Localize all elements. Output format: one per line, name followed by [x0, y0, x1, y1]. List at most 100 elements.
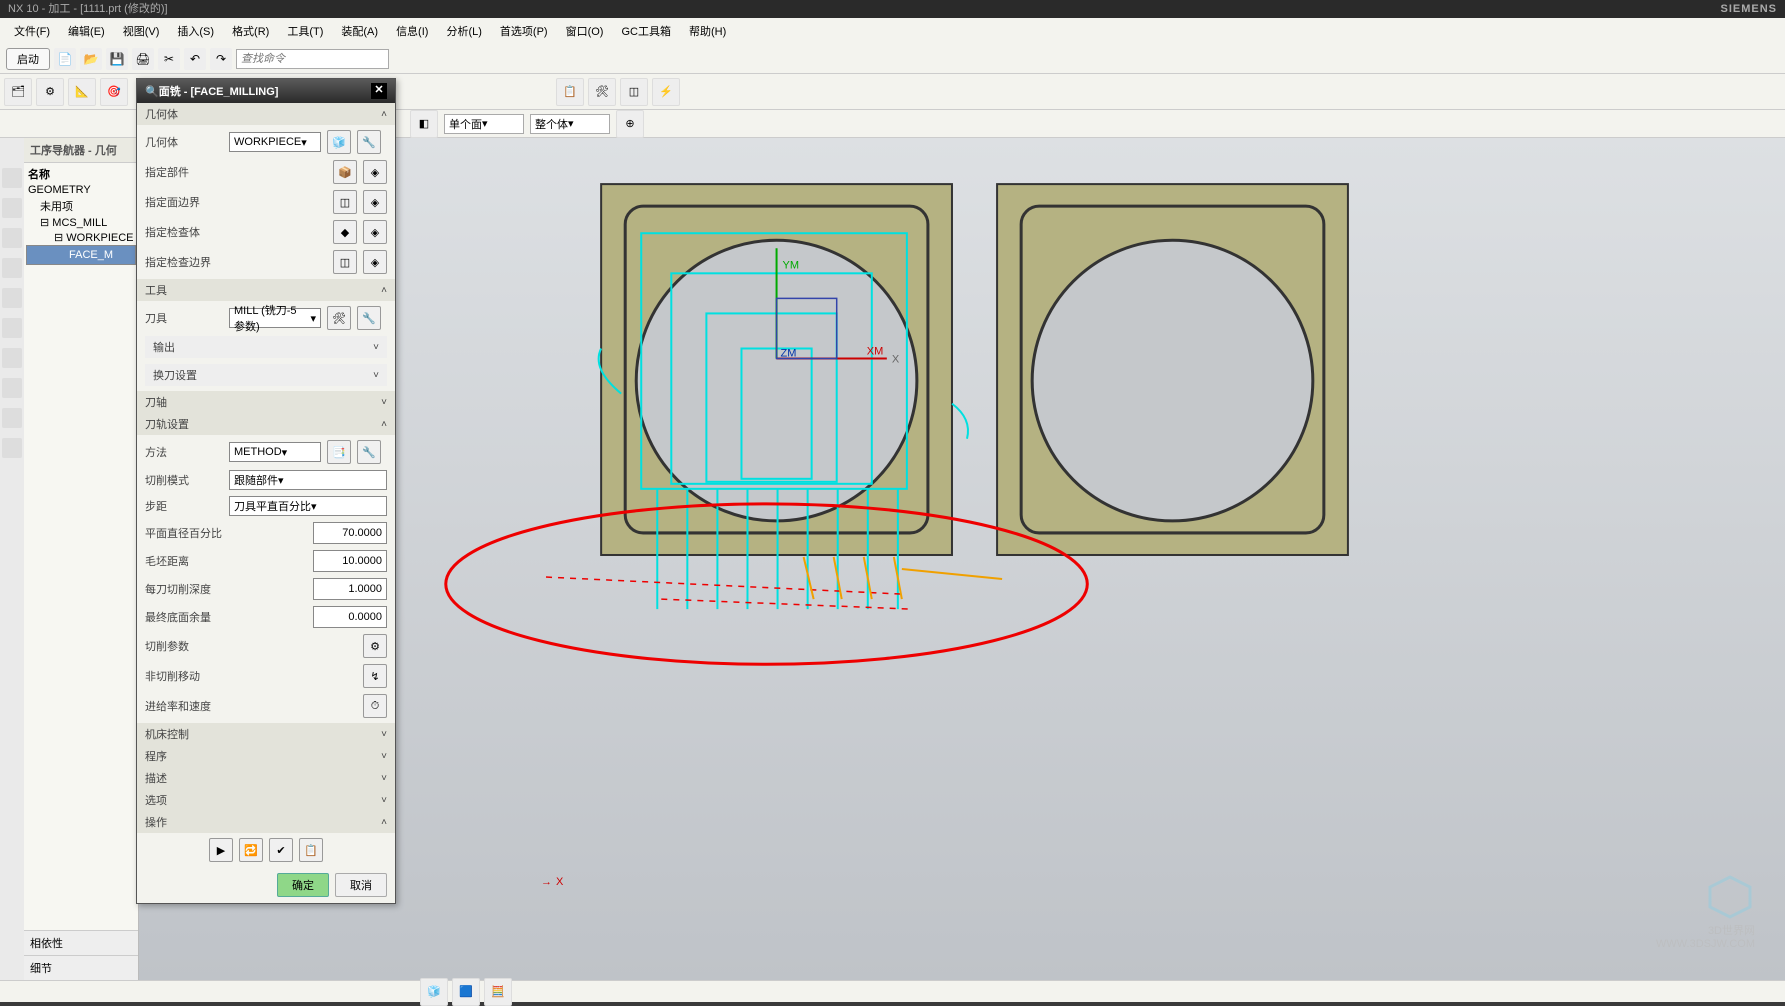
list-icon[interactable]: 📋 [299, 838, 323, 862]
search-command-input[interactable] [236, 49, 389, 69]
dialog-titlebar[interactable]: 🔍 面铣 - [FACE_MILLING] ✕ [137, 79, 395, 103]
select-check-icon[interactable]: ◆ [333, 220, 357, 244]
section-actions[interactable]: 操作˄ [137, 811, 395, 833]
menu-file[interactable]: 文件(F) [6, 21, 58, 41]
replay-icon[interactable]: 🔁 [239, 838, 263, 862]
select-check-boundary-icon[interactable]: ◫ [333, 250, 357, 274]
roles-icon[interactable] [2, 288, 22, 308]
select-face-boundary-icon[interactable]: ◫ [333, 190, 357, 214]
create-tool-icon[interactable]: 🛠 [588, 78, 616, 106]
launch-button[interactable]: 启动 [6, 48, 50, 70]
program-order-view-icon[interactable]: 🗂 [4, 78, 32, 106]
redo-icon[interactable]: ↷ [210, 48, 232, 70]
close-icon[interactable]: ✕ [371, 83, 387, 99]
section-description[interactable]: 描述˅ [137, 767, 395, 789]
menu-tools[interactable]: 工具(T) [279, 21, 331, 41]
part-navigator-icon[interactable] [2, 168, 22, 188]
depth-per-cut-input[interactable] [313, 578, 387, 600]
menu-window[interactable]: 窗口(O) [558, 21, 612, 41]
create-operation-icon[interactable]: ⚡ [652, 78, 680, 106]
stepover-select[interactable]: 刀具平直百分比 ▾ [229, 496, 387, 516]
cut-pattern-select[interactable]: 跟随部件 ▾ [229, 470, 387, 490]
noncut-moves-icon[interactable]: ↯ [363, 664, 387, 688]
tab-details[interactable]: 细节 [24, 955, 138, 980]
section-axis-header[interactable]: 刀轴˅ [137, 391, 395, 413]
cut-icon[interactable]: ✂ [158, 48, 180, 70]
tree-face-milling[interactable]: FACE_M [26, 245, 136, 265]
selection-filter-select[interactable]: 整个体 ▾ [530, 114, 610, 134]
menu-preferences[interactable]: 首选项(P) [492, 21, 556, 41]
geometry-view-icon[interactable]: 📐 [68, 78, 96, 106]
process-studio-icon[interactable] [2, 378, 22, 398]
section-options[interactable]: 选项˅ [137, 789, 395, 811]
status-icon1[interactable]: 🧊 [420, 978, 448, 1006]
toolchange-subheader[interactable]: 换刀设置˅ [145, 364, 387, 386]
machining-method-view-icon[interactable]: 🎯 [100, 78, 128, 106]
save-icon[interactable]: 💾 [106, 48, 128, 70]
section-program[interactable]: 程序˅ [137, 745, 395, 767]
status-icon3[interactable]: 🧮 [484, 978, 512, 1006]
section-path-header[interactable]: 刀轨设置˄ [137, 413, 395, 435]
cancel-button[interactable]: 取消 [335, 873, 387, 897]
navigator-tabs: 相依性 细节 [24, 930, 138, 980]
section-geometry-header[interactable]: 几何体˄ [137, 103, 395, 125]
menu-help[interactable]: 帮助(H) [681, 21, 734, 41]
section-machine-control[interactable]: 机床控制˅ [137, 723, 395, 745]
undo-icon[interactable]: ↶ [184, 48, 206, 70]
feeds-speeds-icon[interactable]: ⏱ [363, 694, 387, 718]
selection-scope-select[interactable]: 单个面 ▾ [444, 114, 524, 134]
tree-unused[interactable]: 未用项 [26, 197, 136, 215]
display-check-boundary-icon[interactable]: ◈ [363, 250, 387, 274]
display-check-icon[interactable]: ◈ [363, 220, 387, 244]
create-program-icon[interactable]: 📋 [556, 78, 584, 106]
assembly-navigator-icon[interactable] [2, 198, 22, 218]
edit-tool-icon[interactable]: 🔧 [357, 306, 381, 330]
menu-insert[interactable]: 插入(S) [169, 21, 222, 41]
tree-mcs-mill[interactable]: ⊟ MCS_MILL [26, 215, 136, 230]
status-icon2[interactable]: 🟦 [452, 978, 480, 1006]
section-tool-header[interactable]: 工具˄ [137, 279, 395, 301]
edit-method-icon[interactable]: 📑 [327, 440, 351, 464]
display-method-icon[interactable]: 🔧 [357, 440, 381, 464]
tool-select[interactable]: MILL (铣刀-5 参数) ▾ [229, 308, 321, 328]
select-part-icon[interactable]: 📦 [333, 160, 357, 184]
blank-dist-input[interactable] [313, 550, 387, 572]
machining-feature-navigator-icon[interactable] [2, 438, 22, 458]
tree-geometry-root[interactable]: GEOMETRY [26, 183, 136, 197]
tree-workpiece[interactable]: ⊟ WORKPIECE [26, 230, 136, 245]
new-icon[interactable]: 📄 [54, 48, 76, 70]
menu-analysis[interactable]: 分析(L) [438, 21, 489, 41]
floor-stock-input[interactable] [313, 606, 387, 628]
system-scenes-icon[interactable] [2, 348, 22, 368]
snap-point-icon[interactable]: ⊕ [616, 110, 644, 138]
cut-params-icon[interactable]: ⚙ [363, 634, 387, 658]
new-tool-icon[interactable]: 🛠 [327, 306, 351, 330]
menu-edit[interactable]: 编辑(E) [60, 21, 113, 41]
history-icon[interactable] [2, 258, 22, 278]
generate-icon[interactable]: ▶ [209, 838, 233, 862]
verify-icon[interactable]: ✔ [269, 838, 293, 862]
type-filter-icon[interactable]: ◧ [410, 110, 438, 138]
display-geometry-icon[interactable]: 🔧 [357, 130, 381, 154]
method-select[interactable]: METHOD ▾ [229, 442, 321, 462]
create-geometry-icon[interactable]: ◫ [620, 78, 648, 106]
menu-format[interactable]: 格式(R) [224, 21, 277, 41]
ok-button[interactable]: 确定 [277, 873, 329, 897]
menu-gctoolbox[interactable]: GC工具箱 [613, 21, 679, 41]
internet-explorer-icon[interactable] [2, 318, 22, 338]
tab-dependencies[interactable]: 相依性 [24, 930, 138, 955]
output-subheader[interactable]: 输出˅ [145, 336, 387, 358]
print-icon[interactable]: 🖨 [132, 48, 154, 70]
display-part-icon[interactable]: ◈ [363, 160, 387, 184]
edit-geometry-icon[interactable]: 🧊 [327, 130, 351, 154]
machining-wizard-icon[interactable] [2, 408, 22, 428]
menu-info[interactable]: 信息(I) [388, 21, 436, 41]
menu-view[interactable]: 视图(V) [115, 21, 168, 41]
machine-tool-view-icon[interactable]: ⚙ [36, 78, 64, 106]
percent-input[interactable] [313, 522, 387, 544]
open-icon[interactable]: 📂 [80, 48, 102, 70]
menu-assembly[interactable]: 装配(A) [333, 21, 386, 41]
geometry-body-select[interactable]: WORKPIECE ▾ [229, 132, 321, 152]
reuse-library-icon[interactable] [2, 228, 22, 248]
display-face-boundary-icon[interactable]: ◈ [363, 190, 387, 214]
